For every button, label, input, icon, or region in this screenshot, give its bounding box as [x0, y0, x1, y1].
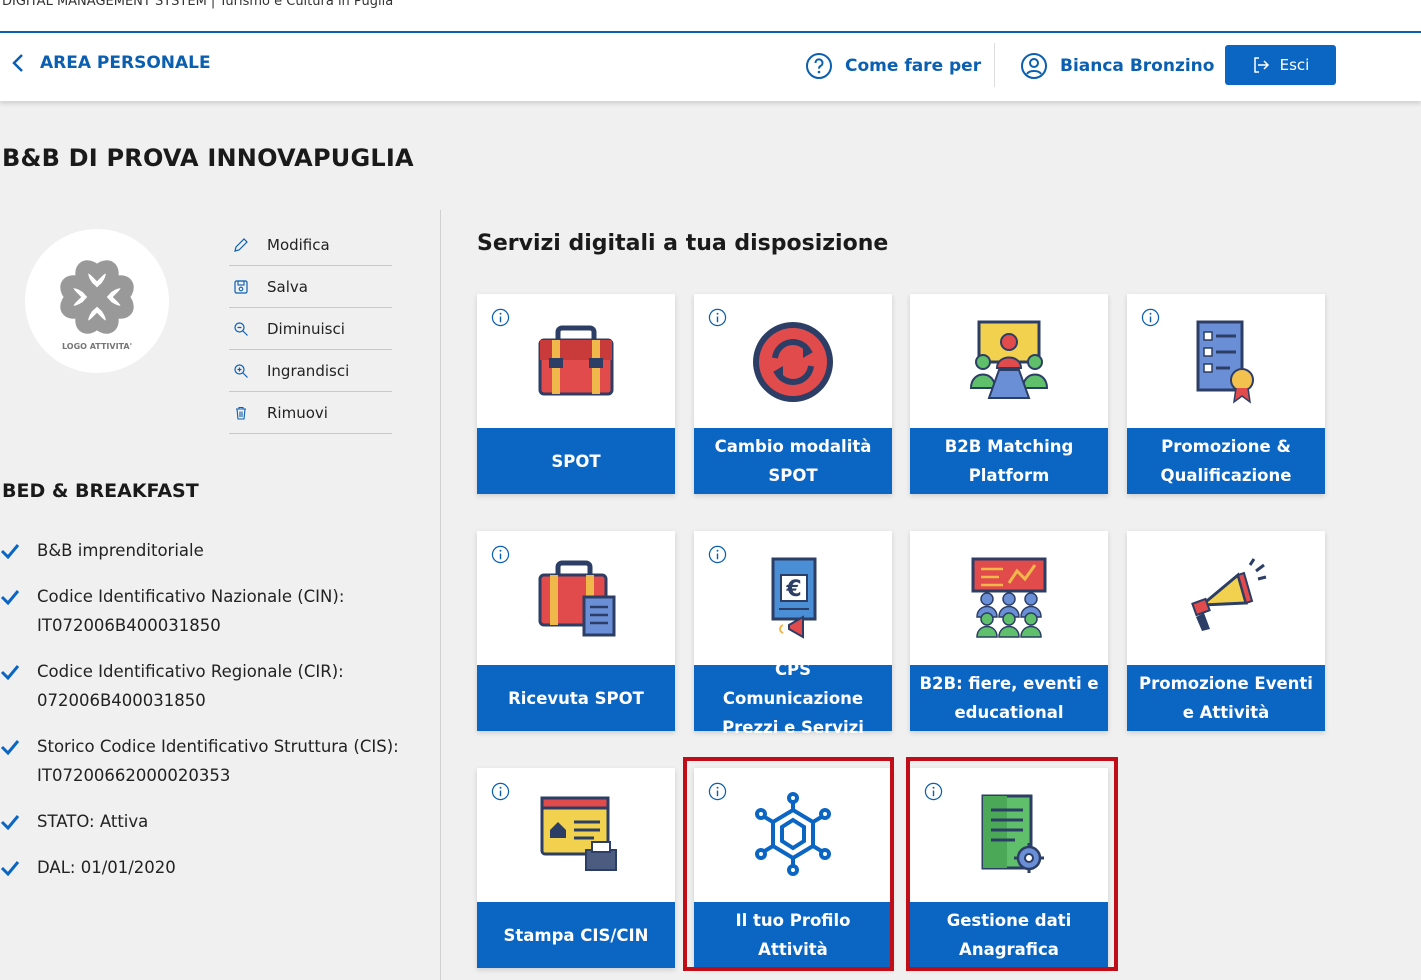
service-card-b2b-matching[interactable]: B2B Matching Platform [910, 294, 1108, 494]
service-label: Promozione Eventi e Attività [1127, 665, 1325, 731]
detail-line: STATO: Attiva [37, 812, 149, 831]
top-strip-text: DIGITAL MANAGEMENT SYSTEM | Turismo e Cu… [2, 0, 394, 9]
detail-line: Codice Identificativo Regionale (CIR): [37, 662, 344, 681]
logout-label: Esci [1279, 56, 1310, 74]
service-label: CPS Comunicazione Prezzi e Servizi [694, 660, 892, 737]
service-label: Stampa CIS/CIN [477, 902, 675, 968]
service-card-stampa-cis-cin[interactable]: Stampa CIS/CIN [477, 768, 675, 968]
top-strip: DIGITAL MANAGEMENT SYSTEM | Turismo e Cu… [0, 0, 1421, 33]
megaphone-icon [1176, 553, 1276, 643]
info-icon[interactable] [491, 308, 510, 327]
action-label: Salva [267, 277, 308, 296]
service-label: B2B: fiere, eventi e educational [910, 665, 1108, 731]
list-item: B&B imprenditoriale [0, 536, 420, 565]
svg-text:€: € [785, 577, 801, 602]
action-label: Ingrandisci [267, 361, 350, 380]
check-icon [0, 590, 20, 605]
services-title: Servizi digitali a tua disposizione [477, 231, 889, 256]
pencil-icon [234, 237, 248, 252]
euro-document-icon: € [743, 553, 843, 643]
chevron-left-icon [12, 54, 23, 72]
logo-actions: Modifica Salva Diminuisci Ingrandisci Ri… [229, 224, 392, 434]
header-divider [994, 43, 995, 87]
detail-value: IT072006B400031850 [37, 616, 221, 635]
details-list: B&B imprenditoriale Codice Identificativ… [0, 536, 420, 899]
action-label: Diminuisci [267, 319, 345, 338]
meeting-icon [959, 316, 1059, 406]
certificate-icon [1176, 316, 1276, 406]
list-item: Codice Identificativo Nazionale (CIN): IT… [0, 582, 420, 640]
zoom-in-icon [234, 363, 248, 378]
highlight-frame [906, 757, 1118, 971]
column-divider [440, 210, 441, 980]
check-icon [0, 815, 20, 830]
zoom-in-button[interactable]: Ingrandisci [229, 350, 392, 392]
refresh-icon [743, 316, 843, 406]
service-card-b2b-fiere[interactable]: B2B: fiere, eventi e educational [910, 531, 1108, 731]
logout-icon [1253, 57, 1269, 73]
remove-logo-button[interactable]: Rimuovi [229, 392, 392, 434]
service-card-ricevuta-spot[interactable]: Ricevuta SPOT [477, 531, 675, 731]
page-title: B&B DI PROVA INNOVAPUGLIA [2, 144, 414, 172]
user-menu[interactable]: Bianca Bronzino [1020, 52, 1214, 80]
help-label: Come fare per [845, 56, 982, 76]
service-label: Promozione & Qualificazione [1127, 428, 1325, 494]
info-icon[interactable] [1141, 308, 1160, 327]
service-label: B2B Matching Platform [910, 428, 1108, 494]
briefcase-icon [526, 316, 626, 406]
edit-logo-button[interactable]: Modifica [229, 224, 392, 266]
print-icon [526, 790, 626, 880]
detail-line: Codice Identificativo Nazionale (CIN): [37, 587, 345, 606]
detail-line: Storico Codice Identificativo Struttura … [37, 737, 399, 756]
action-label: Rimuovi [267, 403, 328, 422]
info-icon[interactable] [708, 545, 727, 564]
back-label: AREA PERSONALE [40, 53, 211, 73]
detail-line: DAL: 01/01/2020 [37, 858, 176, 877]
service-card-cambio-modalita[interactable]: Cambio modalità SPOT [694, 294, 892, 494]
info-icon[interactable] [491, 545, 510, 564]
question-icon [806, 53, 832, 79]
detail-line: B&B imprenditoriale [37, 541, 204, 560]
service-label: Ricevuta SPOT [477, 665, 675, 731]
conference-icon [959, 553, 1059, 643]
detail-value: 072006B400031850 [37, 691, 206, 710]
service-label: SPOT [477, 428, 675, 494]
logo-placeholder-icon [60, 259, 134, 334]
service-card-promozione-qualificazione[interactable]: Promozione & Qualificazione [1127, 294, 1325, 494]
highlight-frame [683, 757, 894, 971]
info-icon[interactable] [491, 782, 510, 801]
user-icon [1021, 53, 1047, 79]
list-item: DAL: 01/01/2020 [0, 853, 420, 882]
category-label: BED & BREAKFAST [2, 480, 199, 502]
trash-icon [236, 406, 246, 420]
check-icon [0, 740, 20, 755]
zoom-out-icon [234, 321, 248, 336]
header: AREA PERSONALE Come fare per Bianca Bron… [0, 33, 1421, 101]
service-card-spot[interactable]: SPOT [477, 294, 675, 494]
business-logo: LOGO ATTIVITA' [25, 229, 169, 373]
logo-caption: LOGO ATTIVITA' [61, 341, 133, 351]
service-card-cps[interactable]: € CPS Comunicazione Prezzi e Servizi [694, 531, 892, 737]
user-name: Bianca Bronzino [1060, 56, 1215, 76]
list-item: STATO: Attiva [0, 807, 420, 836]
briefcase-receipt-icon [526, 553, 626, 643]
help-link[interactable]: Come fare per [805, 52, 981, 80]
check-icon [0, 544, 20, 559]
action-label: Modifica [267, 235, 330, 254]
service-card-promozione-eventi[interactable]: Promozione Eventi e Attività [1127, 531, 1325, 731]
service-label: Cambio modalità SPOT [694, 428, 892, 494]
info-icon[interactable] [708, 308, 727, 327]
list-item: Codice Identificativo Regionale (CIR): 07… [0, 657, 420, 715]
save-icon [234, 279, 248, 294]
back-link[interactable]: AREA PERSONALE [10, 53, 211, 73]
check-icon [0, 861, 20, 876]
logout-button[interactable]: Esci [1225, 45, 1336, 85]
detail-value: IT07200662000020353 [37, 766, 231, 785]
zoom-out-button[interactable]: Diminuisci [229, 308, 392, 350]
check-icon [0, 665, 20, 680]
list-item: Storico Codice Identificativo Struttura … [0, 732, 420, 790]
save-logo-button[interactable]: Salva [229, 266, 392, 308]
